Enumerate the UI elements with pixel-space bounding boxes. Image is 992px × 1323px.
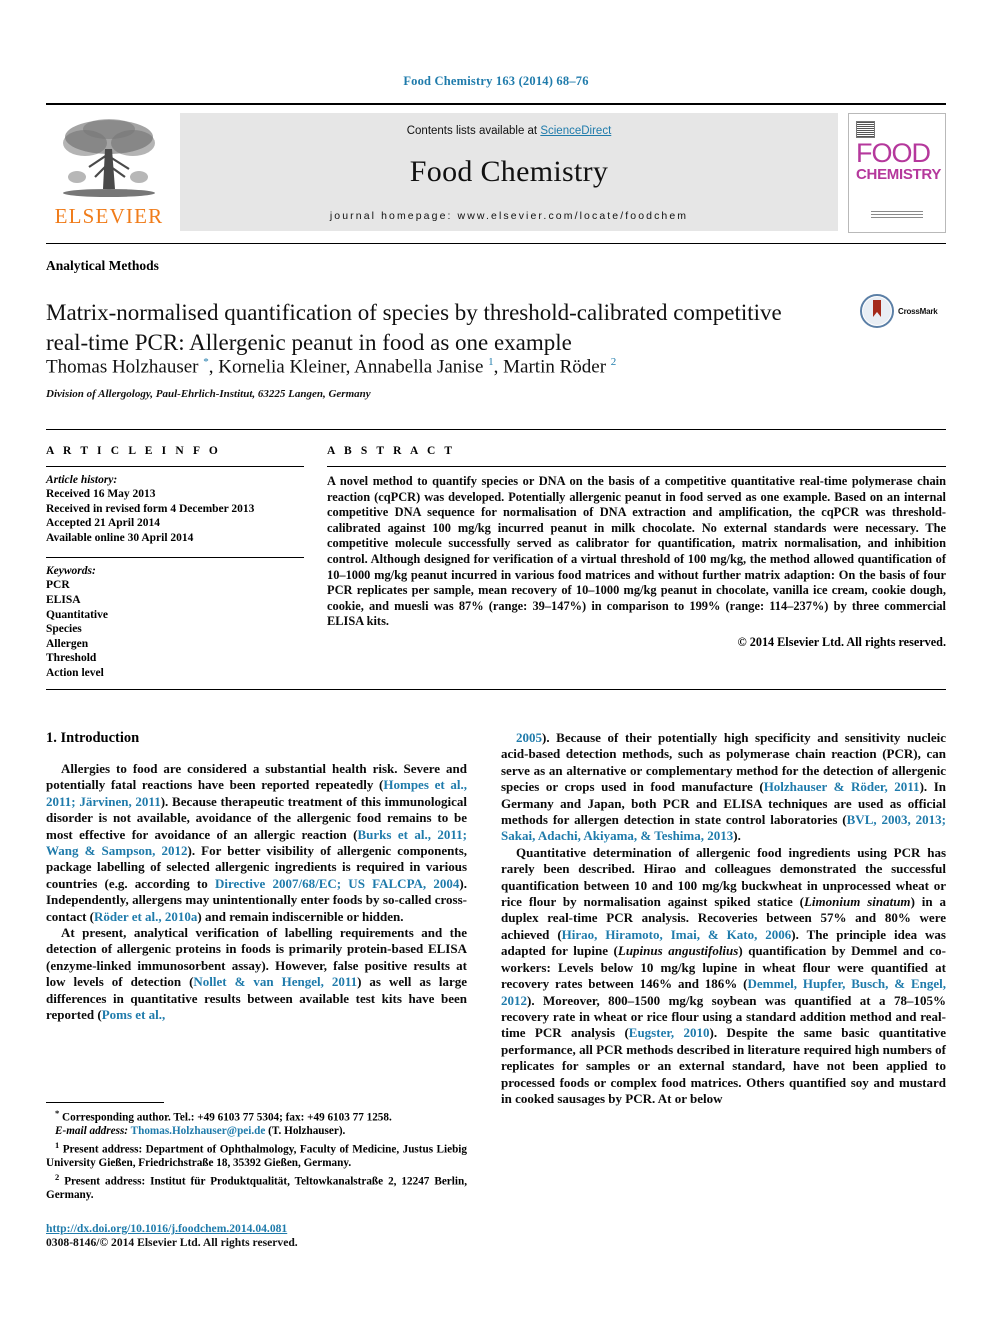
- footnote-email[interactable]: E-mail address: Thomas.Holzhauser@pei.de…: [46, 1125, 467, 1139]
- list-item: Received 16 May 2013: [46, 488, 156, 500]
- footnotes-block: * Corresponding author. Tel.: +49 6103 7…: [46, 1102, 467, 1203]
- body-column-right: 2005). Because of their potentially high…: [501, 730, 946, 1107]
- author-affiliation: Division of Allergology, Paul-Ehrlich-In…: [46, 388, 371, 400]
- cover-footer-lines: [871, 211, 923, 218]
- footnote-corresponding-author: * Corresponding author. Tel.: +49 6103 7…: [55, 1108, 392, 1124]
- abstract-column: A B S T R A C T A novel method to quanti…: [327, 445, 946, 650]
- paragraph: At present, analytical verification of l…: [46, 925, 468, 1023]
- journal-title: Food Chemistry: [409, 155, 609, 188]
- keywords-rule: [46, 557, 304, 559]
- title-divider: [46, 243, 946, 244]
- info-divider-top: [46, 429, 946, 430]
- publication-footer: http://dx.doi.org/10.1016/j.foodchem.201…: [46, 1222, 467, 1249]
- article-info-column: A R T I C L E I N F O Article history: R…: [46, 445, 304, 681]
- crossmark-label: CrossMark: [898, 306, 938, 316]
- section-heading-introduction: 1. Introduction: [46, 730, 140, 746]
- list-item: ELISA: [46, 593, 81, 606]
- crossmark-icon: [860, 294, 894, 328]
- page-title: Matrix-normalised quantification of spec…: [46, 300, 782, 356]
- keywords-label: Keywords:: [46, 565, 96, 578]
- paragraph: Allergies to food are considered a subst…: [46, 761, 468, 924]
- running-head: Food Chemistry 163 (2014) 68–76: [403, 74, 589, 88]
- journal-cover-thumbnail[interactable]: FOOD CHEMISTRY: [848, 113, 946, 233]
- journal-masthead: ELSEVIER Contents lists available at Sci…: [46, 103, 946, 233]
- elsevier-logo: ELSEVIER: [46, 113, 172, 229]
- cover-title-food: FOOD: [856, 138, 931, 168]
- journal-homepage[interactable]: journal homepage: www.elsevier.com/locat…: [180, 210, 838, 222]
- article-history-list: Received 16 May 2013 Received in revised …: [46, 487, 304, 545]
- body-column-left: 1. Introduction Allergies to food are co…: [46, 730, 467, 1024]
- contents-available-line: Contents lists available at ScienceDirec…: [180, 113, 838, 137]
- journal-section-label: Analytical Methods: [46, 258, 159, 273]
- author-list: Thomas Holzhauser *, Kornelia Kleiner, A…: [46, 356, 617, 378]
- elsevier-tree-icon: [63, 119, 155, 197]
- intro-right-paragraphs: 2005). Because of their potentially high…: [501, 730, 946, 1107]
- contents-prefix: Contents lists available at: [406, 125, 541, 137]
- article-info-heading: A R T I C L E I N F O: [46, 445, 221, 457]
- sciencedirect-link[interactable]: ScienceDirect: [540, 125, 611, 137]
- cover-barcode-icon: [856, 121, 875, 138]
- abstract-text: A novel method to quantify species or DN…: [327, 474, 946, 629]
- doi-link[interactable]: http://dx.doi.org/10.1016/j.foodchem.201…: [46, 1222, 467, 1235]
- list-item: Accepted 21 April 2014: [46, 517, 161, 530]
- footnote-divider: [46, 1102, 164, 1103]
- abstract-rule: [327, 466, 946, 467]
- article-info-rule: [46, 466, 304, 467]
- abstract-heading: A B S T R A C T: [327, 445, 456, 457]
- paragraph: 2005). Because of their potentially high…: [501, 730, 947, 844]
- list-item: Quantitative: [46, 608, 108, 621]
- abstract-copyright: © 2014 Elsevier Ltd. All rights reserved…: [737, 634, 946, 649]
- list-item: Received in revised form 4 December 2013: [46, 502, 255, 515]
- list-item: Available online 30 April 2014: [46, 531, 194, 544]
- crossmark-badge[interactable]: CrossMark: [860, 288, 946, 334]
- list-item: Allergen: [46, 637, 89, 650]
- list-item: Threshold: [46, 652, 97, 665]
- keywords-list: PCR ELISA Quantitative Species Allergen Thres…: [46, 578, 304, 680]
- cover-title-chemistry: CHEMISTRY: [856, 166, 942, 183]
- journal-article-page: Food Chemistry 163 (2014) 68–76 ELSEVIER: [0, 0, 992, 1323]
- elsevier-wordmark: ELSEVIER: [54, 204, 164, 228]
- footnote-present-address-1: 1 Present address: Department of Ophthal…: [46, 1139, 467, 1170]
- paragraph: Quantitative determination of allergenic…: [501, 844, 947, 1106]
- footnote-present-address-2: 2 Present address: Institut für Produktq…: [46, 1171, 467, 1202]
- info-divider-bottom: [46, 689, 946, 690]
- article-history-label: Article history:: [46, 474, 118, 486]
- list-item: Action level: [46, 666, 104, 679]
- journal-band: Contents lists available at ScienceDirec…: [180, 113, 838, 231]
- list-item: Species: [46, 623, 82, 636]
- intro-left-paragraphs: Allergies to food are considered a subst…: [46, 761, 467, 1024]
- list-item: PCR: [46, 579, 70, 592]
- issn-copyright-line: 0308-8146/© 2014 Elsevier Ltd. All right…: [46, 1236, 298, 1249]
